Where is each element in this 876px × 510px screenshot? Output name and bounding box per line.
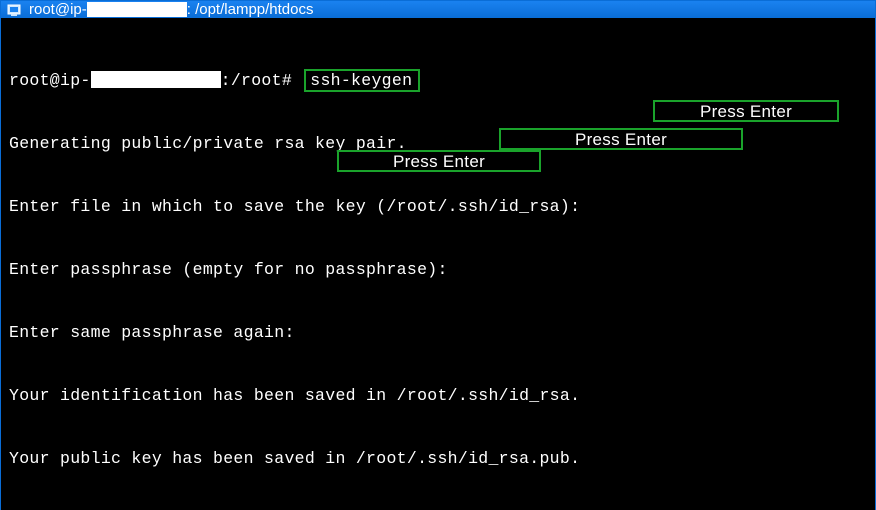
putty-icon [7, 2, 23, 18]
annotation-press-enter-2: Press Enter [499, 128, 743, 150]
host-redaction [91, 71, 221, 88]
prompt-before: root@ip- [9, 71, 91, 90]
title-redaction [87, 2, 187, 17]
prompt-line: root@ip- :/root# ssh-keygen [9, 70, 867, 91]
prompt-after: :/root# [221, 71, 303, 90]
title-text: root@ip- : /opt/lampp/htdocs [29, 1, 314, 18]
titlebar: root@ip- : /opt/lampp/htdocs [1, 1, 875, 18]
title-before: root@ip- [29, 1, 87, 18]
annotation-press-enter-1: Press Enter [653, 100, 839, 122]
putty-window: root@ip- : /opt/lampp/htdocs root@ip- :/ro… [0, 0, 876, 510]
terminal[interactable]: root@ip-:/root# ssh-keygen Generating pu… [1, 18, 875, 510]
output-line: Enter same passphrase again: [9, 322, 867, 343]
output-line: Enter file in which to save the key (/ro… [9, 196, 867, 217]
command-highlight: ssh-keygen [304, 69, 420, 92]
title-after: : /opt/lampp/htdocs [187, 1, 314, 18]
annotation-press-enter-3: Press Enter [337, 150, 541, 172]
output-line: Your public key has been saved in /root/… [9, 448, 867, 469]
output-line: Your identification has been saved in /r… [9, 385, 867, 406]
output-line: Enter passphrase (empty for no passphras… [9, 259, 867, 280]
